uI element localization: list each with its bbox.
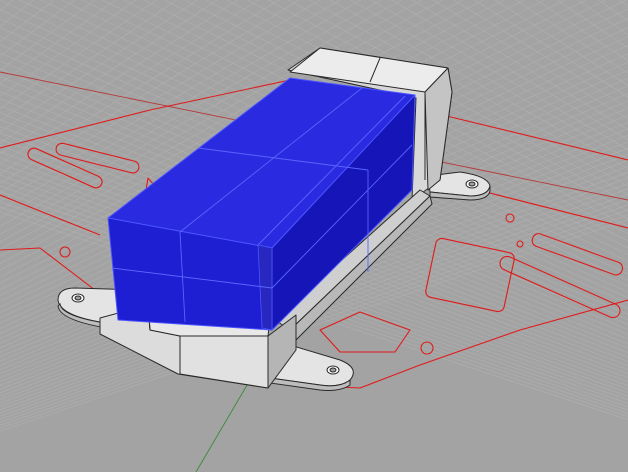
grid-line	[0, 0, 2, 454]
grid-line	[418, 0, 628, 472]
grid-line	[548, 0, 628, 472]
grid-line	[0, 0, 106, 454]
grid-line	[195, 379, 251, 472]
perspective-viewport[interactable]	[0, 0, 628, 472]
viewport-canvas[interactable]	[0, 0, 628, 472]
battery-pack[interactable]	[107, 77, 416, 331]
grid-line	[444, 0, 628, 472]
grid-line	[0, 0, 28, 454]
